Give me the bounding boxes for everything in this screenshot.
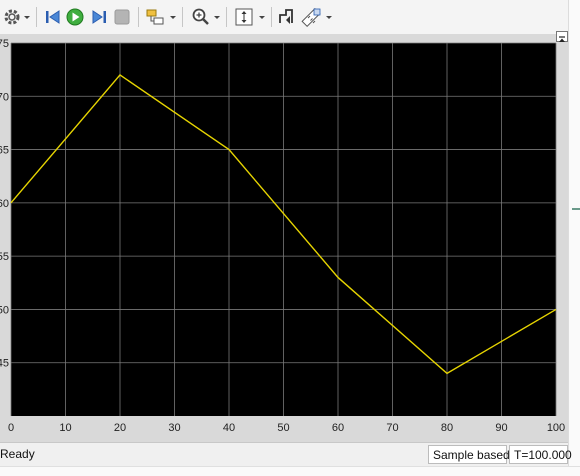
y-tick-label: 60 <box>0 198 9 210</box>
toolbar-separator <box>182 7 183 27</box>
x-tick-label: 80 <box>441 422 453 434</box>
y-tick-labels: 45 50 55 60 65 70 75 <box>0 38 9 370</box>
y-tick-label: 55 <box>0 251 9 263</box>
undock-button[interactable] <box>556 31 568 42</box>
status-bar: Ready Sample based T=100.000 <box>0 442 572 467</box>
y-tick-label: 75 <box>0 38 9 50</box>
chevron-down-icon[interactable] <box>258 10 266 22</box>
y-tick-label: 70 <box>0 91 9 103</box>
x-tick-label: 40 <box>223 422 235 434</box>
toolbar-separator <box>271 7 272 27</box>
x-tick-labels: 0 10 20 30 40 50 60 70 80 90 100 <box>8 422 565 434</box>
y-tick-label: 50 <box>0 304 9 316</box>
step-forward-icon[interactable] <box>88 6 110 28</box>
chevron-down-icon[interactable] <box>213 10 221 22</box>
sample-mode-indicator: Sample based <box>428 445 510 464</box>
x-tick-label: 60 <box>332 422 344 434</box>
step-back-icon[interactable] <box>42 6 64 28</box>
window-edge <box>568 0 580 475</box>
run-icon[interactable] <box>64 6 86 28</box>
chevron-down-icon[interactable] <box>23 10 31 22</box>
y-tick-label: 65 <box>0 145 9 157</box>
toolbar-separator <box>36 7 37 27</box>
toolbar-separator <box>138 7 139 27</box>
measurements-icon[interactable] <box>300 6 322 28</box>
x-tick-label: 0 <box>8 422 14 434</box>
edge-marker <box>572 208 580 210</box>
scope-figure: 45 50 55 60 65 70 75 0 10 20 30 40 50 60 70 80 90 100 <box>0 34 568 442</box>
autoscale-icon[interactable] <box>233 6 255 28</box>
simulation-time-indicator: T=100.000 <box>509 445 572 464</box>
x-tick-label: 50 <box>277 422 289 434</box>
triggers-icon[interactable] <box>277 6 299 28</box>
highlight-block-icon[interactable] <box>145 6 167 28</box>
zoom-icon[interactable] <box>190 6 212 28</box>
status-text: Ready <box>0 447 35 461</box>
y-tick-label: 45 <box>0 358 9 370</box>
chevron-down-icon[interactable] <box>169 10 177 22</box>
scope-plot: 45 50 55 60 65 70 75 0 10 20 30 40 50 60 70 80 90 100 <box>0 38 565 434</box>
stop-icon[interactable] <box>111 6 133 28</box>
x-tick-label: 90 <box>495 422 507 434</box>
settings-gear-icon[interactable] <box>2 6 24 28</box>
x-tick-label: 20 <box>114 422 126 434</box>
x-tick-label: 100 <box>547 422 565 434</box>
x-tick-label: 30 <box>168 422 180 434</box>
scope-toolbar <box>0 0 568 35</box>
chevron-down-icon[interactable] <box>325 10 333 22</box>
x-tick-label: 10 <box>59 422 71 434</box>
toolbar-separator <box>226 7 227 27</box>
x-tick-label: 70 <box>386 422 398 434</box>
